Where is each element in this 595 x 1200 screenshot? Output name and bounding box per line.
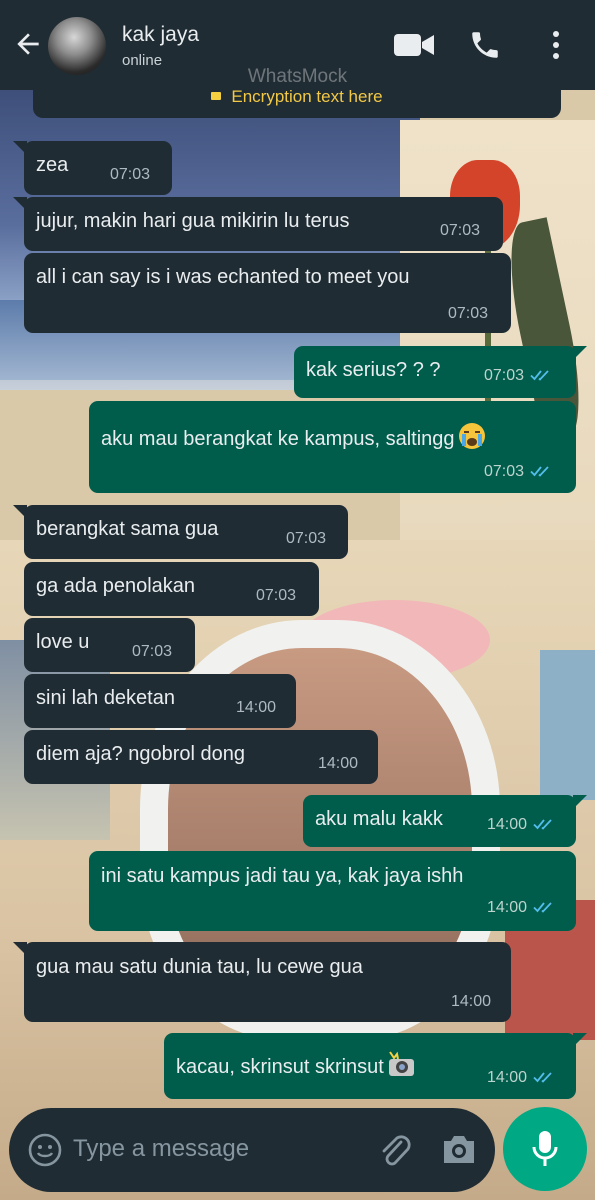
message-time: 14:00 xyxy=(487,899,528,916)
message-time: 07:03 xyxy=(448,305,489,322)
message-text: ga ada penolakan xyxy=(36,575,196,597)
message-bubble-outgoing[interactable]: kak serius? ? ? 07:03 xyxy=(294,346,587,398)
voice-message-button[interactable] xyxy=(503,1107,587,1191)
loudly-crying-face-emoji-icon xyxy=(458,423,485,449)
message-text: aku mau berangkat ke kampus, saltingg xyxy=(101,421,487,451)
message-text-content: aku mau berangkat ke kampus, saltingg xyxy=(101,428,455,450)
double-check-icon xyxy=(530,370,549,381)
message-time: 07:03 xyxy=(484,367,525,384)
message-bubble-incoming[interactable]: berangkat sama gua 07:03 xyxy=(13,505,348,559)
message-text: aku malu kakk xyxy=(315,808,443,830)
message-text: zea xyxy=(36,154,69,176)
double-check-icon xyxy=(530,466,549,477)
message-text: jujur, makin hari gua mikirin lu terus xyxy=(36,210,350,232)
message-text: all i can say is i was echanted to meet … xyxy=(36,266,410,288)
message-bubble-incoming[interactable]: zea 07:03 xyxy=(13,141,172,195)
message-composer[interactable]: Type a message xyxy=(9,1108,495,1192)
double-check-icon xyxy=(533,902,552,913)
message-meta: 14:00 xyxy=(487,816,557,834)
message-text: diem aja? ngobrol dong xyxy=(36,743,246,765)
lock-icon xyxy=(211,92,222,100)
message-bubble-outgoing[interactable]: kacau, skrinsut skrinsut 14:00 xyxy=(164,1033,587,1099)
message-bubble-incoming[interactable]: ga ada penolakan 07:03 xyxy=(24,562,319,616)
message-time: 07:03 xyxy=(110,166,151,183)
message-time: 07:03 xyxy=(132,643,173,660)
message-meta: 07:03 xyxy=(484,367,554,385)
message-bubble-incoming[interactable]: diem aja? ngobrol dong 14:00 xyxy=(24,730,378,784)
camera-icon[interactable] xyxy=(441,1132,477,1166)
message-text: berangkat sama gua xyxy=(36,518,219,540)
message-text: gua mau satu dunia tau, lu cewe gua xyxy=(36,956,363,978)
message-text: kacau, skrinsut skrinsut xyxy=(176,1049,416,1079)
double-check-icon xyxy=(533,1072,552,1083)
message-bubble-incoming[interactable]: jujur, makin hari gua mikirin lu terus 0… xyxy=(13,197,503,251)
message-time: 07:03 xyxy=(484,463,525,480)
camera-with-flash-emoji-icon xyxy=(388,1051,414,1076)
message-bubble-incoming[interactable]: love u 07:03 xyxy=(24,618,195,672)
message-text: ini satu kampus jadi tau ya, kak jaya is… xyxy=(101,865,464,887)
message-bubble-incoming[interactable]: sini lah deketan 14:00 xyxy=(24,674,296,728)
emoji-icon[interactable] xyxy=(27,1132,63,1168)
message-meta: 14:00 xyxy=(487,1069,557,1087)
more-options-icon[interactable] xyxy=(546,28,566,62)
message-time: 14:00 xyxy=(487,1069,528,1086)
message-time: 14:00 xyxy=(487,816,528,833)
watermark-text: WhatsMock xyxy=(247,66,348,87)
video-call-icon[interactable] xyxy=(393,28,435,62)
message-bubble-incoming[interactable]: gua mau satu dunia tau, lu cewe gua 14:0… xyxy=(13,942,511,1022)
message-time: 14:00 xyxy=(318,755,359,772)
message-bubble-outgoing[interactable]: aku mau berangkat ke kampus, saltingg 07… xyxy=(89,401,576,493)
message-text-content: kacau, skrinsut skrinsut xyxy=(176,1056,384,1078)
message-time: 07:03 xyxy=(256,587,297,604)
message-bubble-outgoing[interactable]: aku malu kakk 14:00 xyxy=(303,795,587,847)
message-text: sini lah deketan xyxy=(36,687,175,709)
message-time: 07:03 xyxy=(286,530,327,547)
contact-name[interactable]: kak jaya xyxy=(122,23,199,47)
message-bubble-incoming[interactable]: all i can say is i was echanted to meet … xyxy=(24,253,511,333)
message-time: 14:00 xyxy=(451,993,492,1010)
message-time: 14:00 xyxy=(236,699,277,716)
back-arrow-icon[interactable] xyxy=(12,28,44,60)
message-text: kak serius? ? ? xyxy=(306,359,441,381)
message-text: love u xyxy=(36,631,90,653)
double-check-icon xyxy=(533,819,552,830)
message-bubble-outgoing[interactable]: ini satu kampus jadi tau ya, kak jaya is… xyxy=(89,851,576,931)
message-input[interactable]: Type a message xyxy=(73,1135,249,1163)
message-time: 07:03 xyxy=(440,222,481,239)
microphone-icon xyxy=(532,1131,558,1166)
phone-call-icon[interactable] xyxy=(468,28,502,62)
attachment-icon[interactable] xyxy=(377,1130,413,1170)
message-meta: 14:00 xyxy=(487,899,557,917)
message-meta: 07:03 xyxy=(484,463,554,481)
